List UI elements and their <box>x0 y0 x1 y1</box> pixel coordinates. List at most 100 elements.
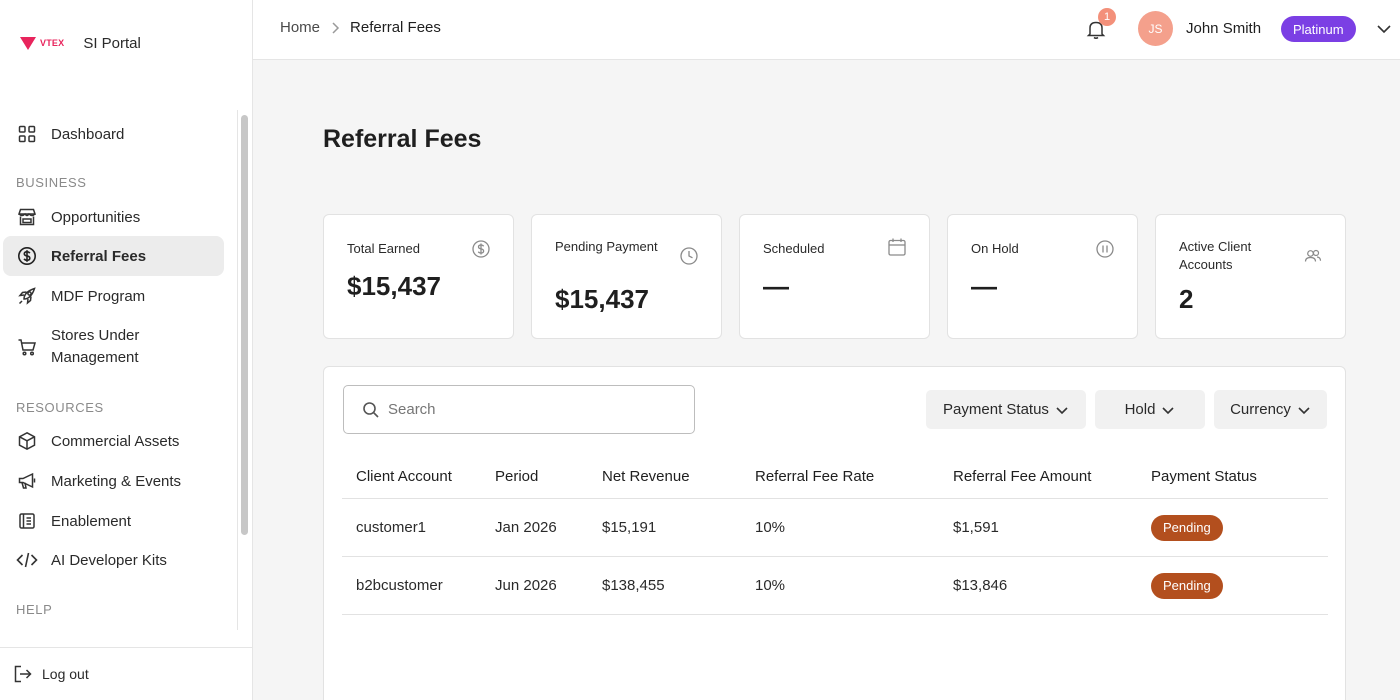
sidebar-item-enablement[interactable]: Enablement <box>3 508 224 534</box>
stat-card-active-client-accounts: Active Client Accounts 2 <box>1155 214 1346 339</box>
box-icon <box>16 430 38 452</box>
sidebar-scrollbar[interactable] <box>241 115 248 535</box>
sidebar-item-mdf-program[interactable]: MDF Program <box>3 283 224 309</box>
clock-icon <box>679 246 699 266</box>
logout-label: Log out <box>42 666 89 682</box>
chevron-down-icon <box>1161 403 1175 417</box>
referral-fees-table: Client Account Period Net Revenue Referr… <box>342 455 1328 615</box>
stat-card-scheduled: Scheduled — <box>739 214 930 339</box>
brand[interactable]: VTEX SI Portal <box>20 32 141 54</box>
cell-period: Jun 2026 <box>495 577 557 594</box>
status-badge: Pending <box>1151 572 1223 599</box>
stat-label: Active Client Accounts <box>1179 239 1252 272</box>
referral-fees-table-panel: Payment Status Hold Currency Client Acco… <box>323 366 1346 700</box>
sidebar-item-dashboard[interactable]: Dashboard <box>3 121 224 147</box>
column-header[interactable]: Referral Fee Rate <box>755 468 953 485</box>
code-icon <box>16 549 38 571</box>
avatar[interactable]: JS <box>1138 11 1173 46</box>
storefront-icon <box>16 206 38 228</box>
breadcrumb: Home Referral Fees <box>280 19 441 36</box>
stat-card-pending-payment: Pending Payment $15,437 <box>531 214 722 339</box>
cell-client: b2bcustomer <box>356 577 443 594</box>
sidebar-item-ai-developer-kits[interactable]: AI Developer Kits <box>3 547 224 573</box>
cell-net-revenue: $138,455 <box>602 577 665 594</box>
section-business: BUSINESS <box>16 175 87 190</box>
sidebar-item-opportunities[interactable]: Opportunities <box>3 204 224 230</box>
sidebar-item-label: Commercial Assets <box>51 432 180 450</box>
page-title: Referral Fees <box>323 125 482 153</box>
sidebar-item-label: MDF Program <box>51 287 146 305</box>
stat-value: 2 <box>1179 284 1194 314</box>
column-header[interactable]: Payment Status <box>1151 468 1311 485</box>
cell-status: Pending <box>1151 514 1311 541</box>
search-icon <box>362 401 380 419</box>
sidebar-item-referral-fees[interactable]: Referral Fees <box>3 236 224 276</box>
stat-value: $15,437 <box>555 284 649 314</box>
rocket-icon <box>16 285 38 307</box>
section-help: HELP <box>16 602 53 617</box>
user-name[interactable]: John Smith <box>1186 20 1261 37</box>
filter-label: Hold <box>1124 401 1156 418</box>
stat-value: — <box>763 271 789 301</box>
table-row[interactable]: customer1 Jan 2026 $15,191 10% $1,591 Pe… <box>342 499 1328 557</box>
column-header[interactable]: Referral Fee Amount <box>953 468 1151 485</box>
column-header[interactable]: Client Account <box>342 468 495 485</box>
users-icon <box>1303 246 1323 266</box>
tier-badge: Platinum <box>1281 16 1356 42</box>
sidebar-item-stores-under-management[interactable]: Stores Under Management <box>3 322 224 372</box>
status-badge: Pending <box>1151 514 1223 541</box>
stat-label: On Hold <box>971 241 1019 256</box>
breadcrumb-current: Referral Fees <box>350 19 441 36</box>
notification-badge: 1 <box>1098 8 1116 26</box>
sidebar-item-label: Stores Under Management <box>51 327 140 366</box>
filter-label: Currency <box>1230 401 1291 418</box>
cell-amount: $13,846 <box>953 577 1008 594</box>
sidebar-item-label: Dashboard <box>51 125 125 143</box>
portal-title: SI Portal <box>83 34 141 52</box>
cell-amount: $1,591 <box>953 519 999 536</box>
stat-card-total-earned: Total Earned $15,437 <box>323 214 514 339</box>
cart-icon <box>16 336 38 358</box>
column-header[interactable]: Net Revenue <box>602 468 755 485</box>
logout-icon <box>12 663 34 685</box>
search-box[interactable] <box>343 385 695 434</box>
cell-status: Pending <box>1151 572 1311 599</box>
filter-label: Payment Status <box>943 401 1049 418</box>
table-row[interactable]: b2bcustomer Jun 2026 $138,455 10% $13,84… <box>342 557 1328 615</box>
sidebar-item-marketing-events[interactable]: Marketing & Events <box>3 468 224 494</box>
hold-filter[interactable]: Hold <box>1095 390 1205 429</box>
vtex-logo: VTEX <box>20 36 64 50</box>
cell-rate: 10% <box>755 519 786 536</box>
sidebar-item-label: Enablement <box>51 512 132 530</box>
column-header[interactable]: Period <box>495 468 602 485</box>
dollar-circle-icon <box>16 245 38 267</box>
pause-circle-icon <box>1095 239 1115 259</box>
stat-label: Pending Payment <box>555 239 658 254</box>
chevron-down-icon[interactable] <box>1375 20 1393 38</box>
calendar-icon <box>887 237 907 257</box>
table-header: Client Account Period Net Revenue Referr… <box>342 455 1328 499</box>
megaphone-icon <box>16 470 38 492</box>
top-bar: Home Referral Fees 1 JS John Smith Plati… <box>253 0 1400 60</box>
search-input[interactable] <box>388 401 668 418</box>
cell-net-revenue: $15,191 <box>602 519 657 536</box>
chevron-down-icon <box>1055 403 1069 417</box>
payment-status-filter[interactable]: Payment Status <box>926 390 1086 429</box>
chevron-right-icon <box>330 21 340 35</box>
sidebar-item-commercial-assets[interactable]: Commercial Assets <box>3 428 224 454</box>
vtex-logo-mark <box>20 36 36 50</box>
logout-button[interactable]: Log out <box>0 647 253 700</box>
stat-label: Scheduled <box>763 241 825 256</box>
stat-label: Total Earned <box>347 241 420 256</box>
sidebar-item-label: Opportunities <box>51 208 141 226</box>
cell-rate: 10% <box>755 577 786 594</box>
breadcrumb-home[interactable]: Home <box>280 19 320 36</box>
dollar-circle-icon <box>471 239 491 259</box>
sidebar-item-label: AI Developer Kits <box>51 551 167 569</box>
sidebar-item-label: Referral Fees <box>51 247 147 265</box>
section-resources: RESOURCES <box>16 400 104 415</box>
stat-card-on-hold: On Hold — <box>947 214 1138 339</box>
document-icon <box>16 510 38 532</box>
currency-filter[interactable]: Currency <box>1214 390 1327 429</box>
sidebar-item-label: Marketing & Events <box>51 472 182 490</box>
